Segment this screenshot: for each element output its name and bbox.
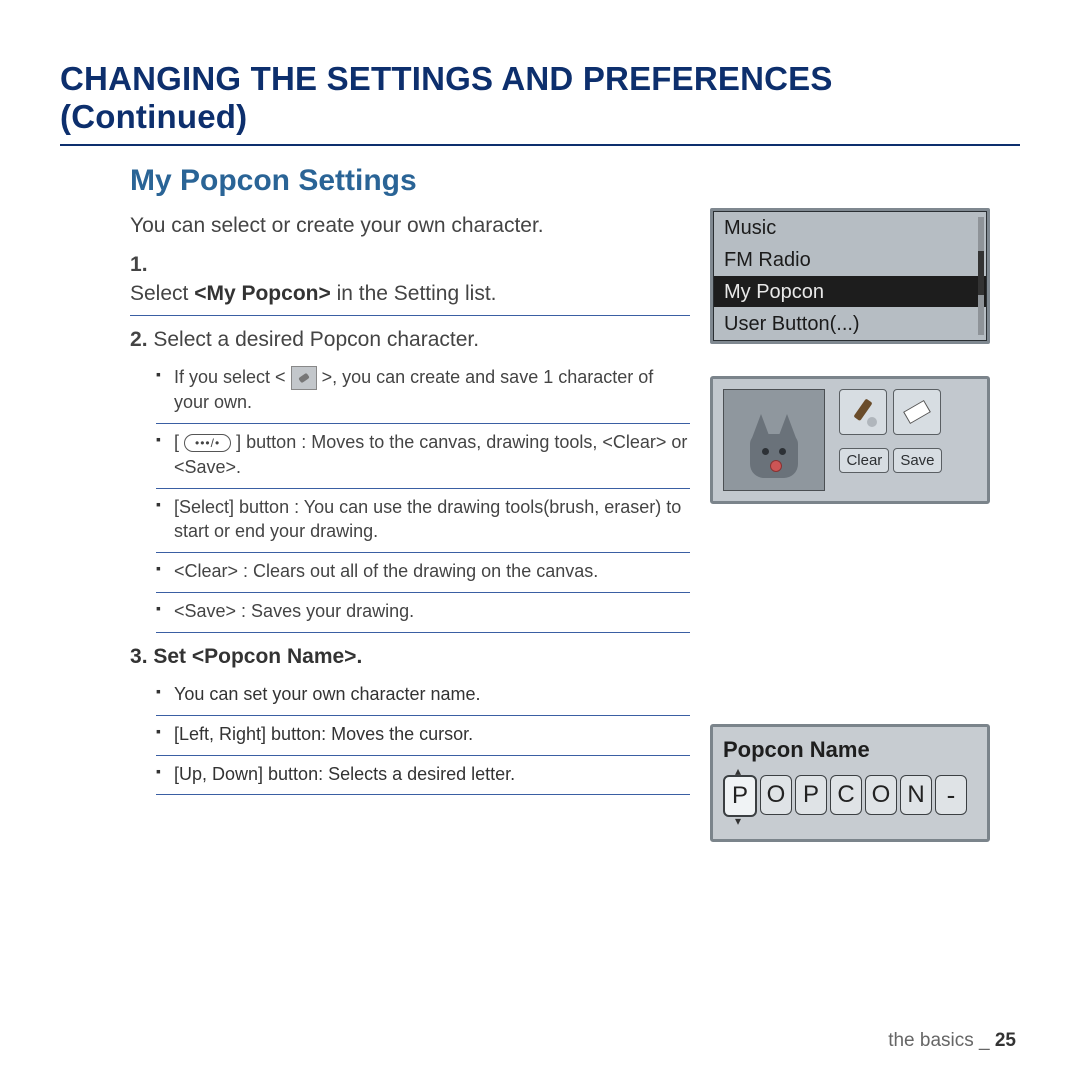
bullet-save: <Save> : Saves your drawing. xyxy=(156,593,690,633)
footer-page-number: 25 xyxy=(995,1030,1016,1051)
popcon-character-icon xyxy=(742,412,806,482)
section-title: My Popcon Settings xyxy=(130,164,1020,198)
letter-cell-4[interactable]: O xyxy=(865,775,897,815)
step2-text: Select a desired Popcon character. xyxy=(153,328,479,351)
device-settings-menu: Music FM Radio My Popcon User Button(...… xyxy=(710,208,990,344)
device-drawing-panel: ClearSave xyxy=(710,376,990,504)
letter-cell-2[interactable]: P xyxy=(795,775,827,815)
step1-suffix: in the Setting list. xyxy=(331,282,497,305)
menu-item-fmradio[interactable]: FM Radio xyxy=(714,244,986,276)
page-footer: the basics _ 25 xyxy=(888,1030,1016,1052)
menu-item-userbutton[interactable]: User Button(...) xyxy=(714,308,986,340)
letter-cell-1[interactable]: O xyxy=(760,775,792,815)
up-arrow-icon[interactable]: ▴ xyxy=(723,767,753,775)
step-1: Select <My Popcon> in the Setting list. xyxy=(130,251,690,316)
letter-cell-5[interactable]: N xyxy=(900,775,932,815)
step-2: Select a desired Popcon character. If yo… xyxy=(130,326,690,633)
bullet-ud: [Up, Down] button: Selects a desired let… xyxy=(156,756,690,796)
letter-cell-6[interactable]: - xyxy=(935,775,967,815)
letter-cell-3[interactable]: C xyxy=(830,775,862,815)
bullet-select-button: [Select] button : You can use the drawin… xyxy=(156,489,690,554)
bullet-lr: [Left, Right] button: Moves the cursor. xyxy=(156,716,690,756)
bullet-char-name: You can set your own character name. xyxy=(156,676,690,716)
device-name-panel: Popcon Name ▴ P O P C O N - ▾ xyxy=(710,724,990,842)
bullet-clear: <Clear> : Clears out all of the drawing … xyxy=(156,553,690,593)
clear-button[interactable]: Clear xyxy=(839,448,889,473)
letter-row: P O P C O N - xyxy=(723,775,977,817)
brush-tool-icon[interactable] xyxy=(839,389,887,435)
step3-bold: <Popcon Name> xyxy=(192,645,357,668)
instructions-column: You can select or create your own charac… xyxy=(130,208,690,842)
step1-prefix: Select xyxy=(130,282,194,305)
step3-prefix: Set xyxy=(153,645,192,668)
eraser-icon xyxy=(291,366,317,390)
bullet-nav-button: [ •••/• ] button : Moves to the canvas, … xyxy=(156,424,690,489)
footer-section: the basics _ xyxy=(888,1030,995,1051)
down-arrow-icon[interactable]: ▾ xyxy=(723,817,753,825)
letter-cell-0[interactable]: P xyxy=(723,775,757,817)
menu-item-music[interactable]: Music xyxy=(714,212,986,244)
bullet-create-own: If you select < >, you can create and sa… xyxy=(156,359,690,424)
drawing-canvas[interactable] xyxy=(723,389,825,491)
intro-text: You can select or create your own charac… xyxy=(130,212,690,241)
step3-suffix: . xyxy=(356,645,362,668)
nav-button-icon: •••/• xyxy=(184,434,231,452)
menu-item-mypopcon[interactable]: My Popcon xyxy=(714,276,986,308)
scrollbar[interactable] xyxy=(978,217,984,335)
eraser-tool-icon[interactable] xyxy=(893,389,941,435)
page-title: CHANGING THE SETTINGS AND PREFERENCES (C… xyxy=(60,60,1020,146)
step-3: Set <Popcon Name>. You can set your own … xyxy=(130,643,690,795)
step1-bold: <My Popcon> xyxy=(194,282,331,305)
popcon-name-title: Popcon Name xyxy=(723,737,977,763)
save-button[interactable]: Save xyxy=(893,448,941,473)
